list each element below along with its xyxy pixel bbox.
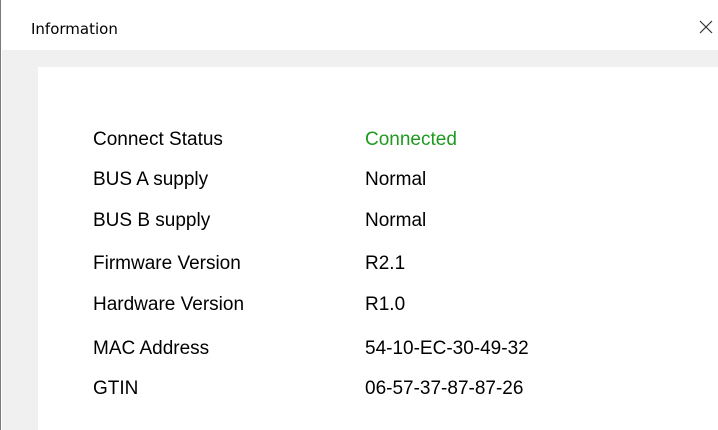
info-row-bus-a-supply: BUS A supply Normal: [93, 169, 693, 193]
info-value: Normal: [365, 210, 427, 231]
info-label: Connect Status: [93, 129, 223, 150]
information-dialog: Information Connect Status Connected BUS…: [0, 0, 718, 430]
dialog-client-area: Connect Status Connected BUS A supply No…: [2, 50, 718, 430]
info-row-bus-b-supply: BUS B supply Normal: [93, 210, 693, 234]
info-panel: Connect Status Connected BUS A supply No…: [38, 67, 718, 430]
info-row-gtin: GTIN 06-57-37-87-87-26: [93, 378, 693, 402]
info-value-status: Connected: [365, 129, 457, 150]
info-label: GTIN: [93, 378, 139, 399]
info-row-connect-status: Connect Status Connected: [93, 129, 693, 153]
info-value: 54-10-EC-30-49-32: [365, 338, 529, 359]
info-value: R1.0: [365, 294, 406, 315]
info-value: 06-57-37-87-87-26: [365, 378, 524, 399]
close-button[interactable]: [694, 12, 718, 42]
info-value: Normal: [365, 169, 427, 190]
info-label: Hardware Version: [93, 294, 245, 315]
title-bar[interactable]: Information: [1, 0, 718, 50]
info-label: MAC Address: [93, 338, 210, 359]
info-label: Firmware Version: [93, 253, 241, 274]
close-icon: [699, 20, 713, 34]
info-value: R2.1: [365, 253, 406, 274]
info-row-hardware-version: Hardware Version R1.0: [93, 294, 693, 318]
window-title: Information: [31, 20, 118, 38]
info-label: BUS A supply: [93, 169, 209, 190]
info-label: BUS B supply: [93, 210, 211, 231]
info-row-mac-address: MAC Address 54-10-EC-30-49-32: [93, 338, 693, 362]
info-row-firmware-version: Firmware Version R2.1: [93, 253, 693, 277]
